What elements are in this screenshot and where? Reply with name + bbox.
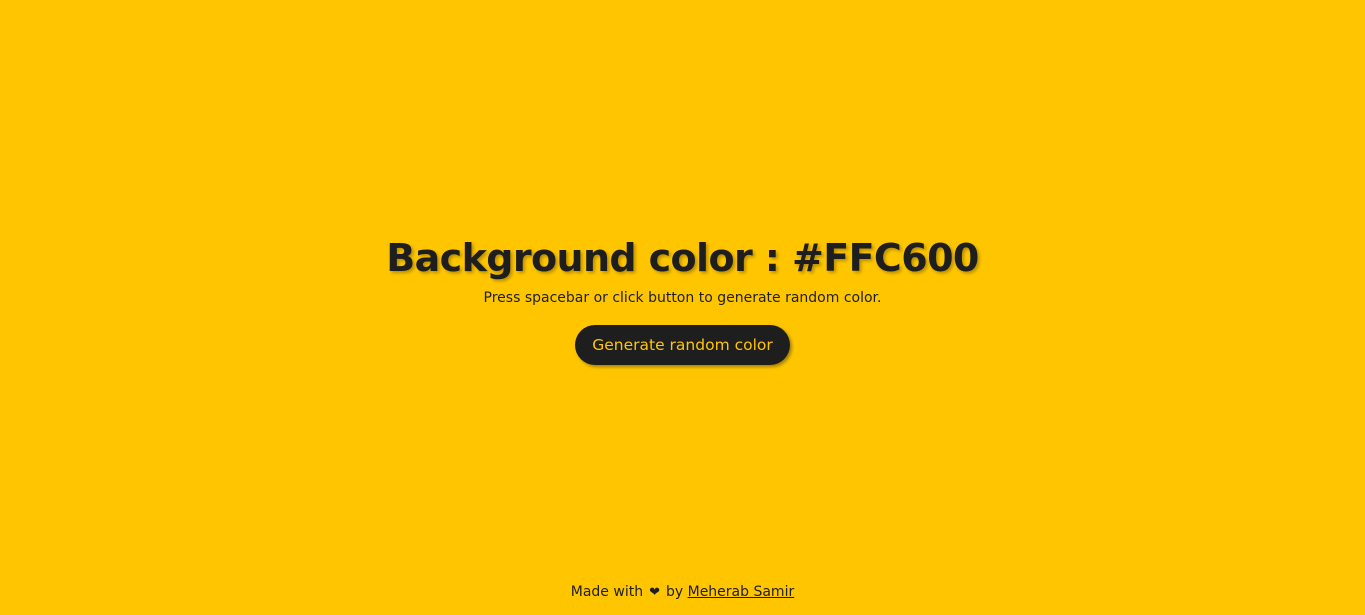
footer: Made with ❤ by Meherab Samir	[0, 582, 1365, 603]
main-content: Background color : #FFC600 Press spaceba…	[0, 233, 1365, 365]
page-title: Background color : #FFC600	[386, 236, 979, 280]
footer-by-text: by	[665, 584, 684, 600]
author-link[interactable]: Meherab Samir	[688, 584, 795, 600]
generate-random-color-button[interactable]: Generate random color	[575, 325, 790, 365]
heart-icon: ❤	[649, 585, 660, 600]
footer-made-with-text: Made with	[570, 584, 644, 600]
instruction-text: Press spacebar or click button to genera…	[483, 290, 882, 306]
